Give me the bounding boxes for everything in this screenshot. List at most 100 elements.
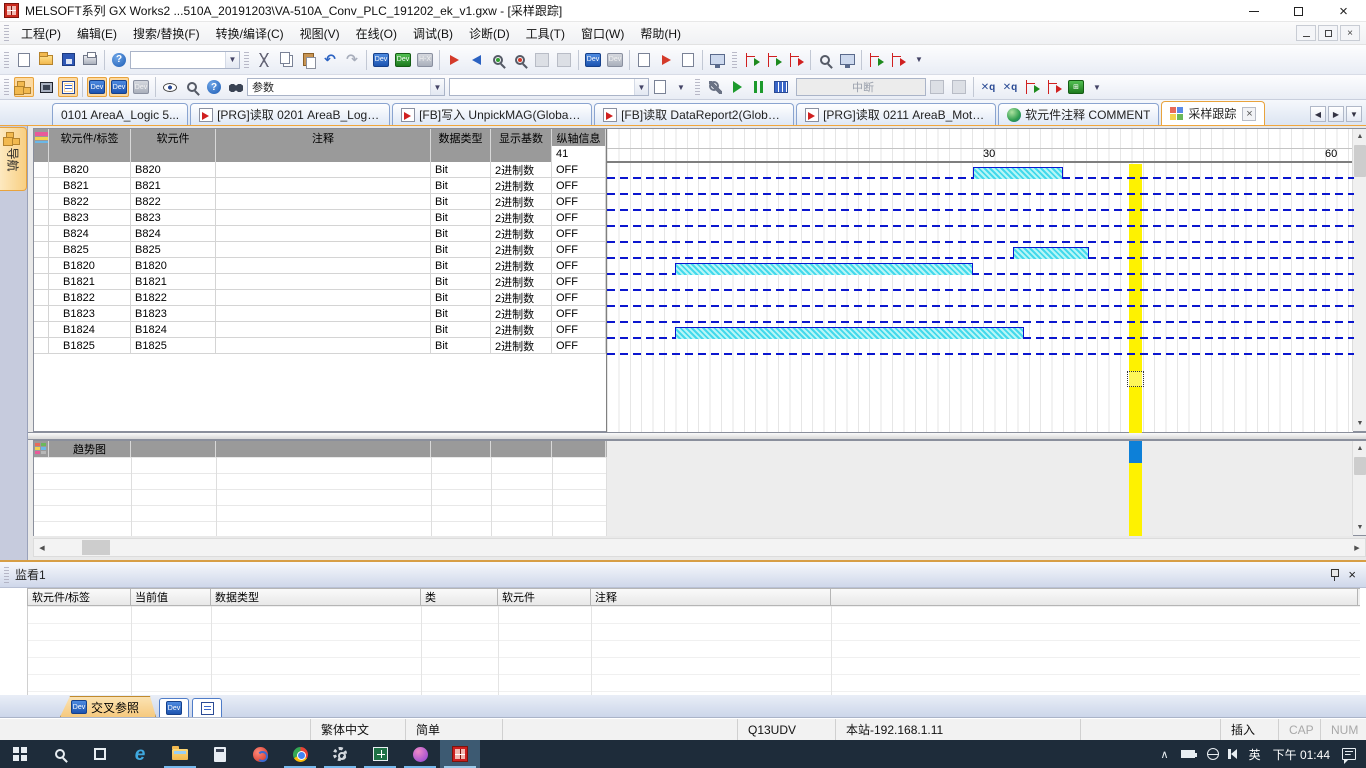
wave-row-B822[interactable] xyxy=(607,196,1354,212)
start-button[interactable] xyxy=(0,740,40,768)
monitor-mode-button[interactable] xyxy=(707,50,727,70)
device-find-button[interactable] xyxy=(371,50,391,70)
watch-table-body[interactable] xyxy=(27,606,1360,695)
trace-setting-button[interactable] xyxy=(742,50,762,70)
action-center-icon[interactable] xyxy=(1342,748,1356,760)
simulation-pause-button[interactable] xyxy=(749,77,769,97)
scroll-thumb[interactable] xyxy=(1354,145,1366,177)
wave-row-B823[interactable] xyxy=(607,212,1354,228)
minimize-button[interactable] xyxy=(1231,0,1276,22)
toolbar-grip[interactable] xyxy=(244,52,249,68)
debug-setting-button[interactable] xyxy=(705,77,725,97)
trace-read-button[interactable] xyxy=(815,50,835,70)
menu-item-0[interactable]: 工程(P) xyxy=(13,22,69,45)
menu-item-2[interactable]: 搜索/替换(F) xyxy=(125,22,208,45)
watch-start-button[interactable] xyxy=(1022,77,1042,97)
scroll-thumb[interactable] xyxy=(82,540,110,555)
mdi-minimize-button[interactable] xyxy=(1296,25,1316,41)
scroll-down-button[interactable]: ▼ xyxy=(1353,520,1366,535)
module-config-button[interactable] xyxy=(36,77,56,97)
watch-delete-all-button[interactable]: ✕q xyxy=(1000,77,1020,97)
trend-cursor-handle[interactable] xyxy=(1129,441,1142,463)
parameter-combobox[interactable]: 参数▼ xyxy=(247,78,445,96)
menu-item-3[interactable]: 转换/编译(C) xyxy=(208,22,292,45)
pane-splitter[interactable] xyxy=(28,432,1366,440)
toolbar-overflow-button[interactable]: ▼ xyxy=(1088,78,1106,96)
help-button[interactable]: ? xyxy=(109,50,129,70)
trace-table-row[interactable]: B824B824Bit2进制数OFF xyxy=(34,226,606,242)
print-button[interactable] xyxy=(80,50,100,70)
menu-grip[interactable] xyxy=(4,25,9,41)
document-tab-2[interactable]: [PRG]读取 0201 AreaB_Logic (... xyxy=(190,103,390,125)
document-tab-6[interactable]: 软元件注释 COMMENT xyxy=(998,103,1159,125)
trace-start-button[interactable] xyxy=(786,50,806,70)
chevron-down-icon[interactable]: ▼ xyxy=(634,79,648,95)
help2-button[interactable]: ? xyxy=(204,77,224,97)
taskbar-remote-app-button[interactable] xyxy=(240,740,280,768)
taskbar-search-button[interactable] xyxy=(40,740,80,768)
redo-button[interactable]: ↷ xyxy=(342,50,362,70)
scroll-up-button[interactable]: ▲ xyxy=(1353,129,1366,144)
trace-table-row[interactable]: B820B820Bit2进制数OFF xyxy=(34,162,606,178)
trace-column-header-1[interactable]: 软元件 xyxy=(131,129,216,146)
menu-item-9[interactable]: 窗口(W) xyxy=(573,22,632,45)
empty-combobox[interactable]: ▼ xyxy=(449,78,649,96)
menu-item-8[interactable]: 工具(T) xyxy=(518,22,573,45)
clock[interactable]: 下午 01:44 xyxy=(1273,746,1330,763)
toolbar-grip[interactable] xyxy=(4,52,9,68)
toolbar-grip[interactable] xyxy=(695,79,700,95)
trace-table-row[interactable]: B825B825Bit2进制数OFF xyxy=(34,242,606,258)
trace-table-row[interactable]: B1825B1825Bit2进制数OFF xyxy=(34,338,606,354)
trend-scale2-button[interactable] xyxy=(888,50,908,70)
trace-table-row[interactable]: B821B821Bit2进制数OFF xyxy=(34,178,606,194)
document-tab-1[interactable]: 0101 AreaA_Logic 5... xyxy=(52,103,188,125)
scroll-down-button[interactable]: ▼ xyxy=(1353,416,1366,431)
pin-button[interactable] xyxy=(1329,568,1340,581)
watch-stop-button[interactable] xyxy=(1044,77,1064,97)
find-button[interactable] xyxy=(226,77,246,97)
tab-cross-reference[interactable]: 交叉参照 xyxy=(60,696,156,717)
document-tab-4[interactable]: [FB]读取 DataReport2(Global_... xyxy=(594,103,794,125)
watch-column-header-5[interactable]: 注释 xyxy=(591,589,831,605)
timing-chart-area[interactable]: 3060 xyxy=(606,129,1353,433)
open-project-button[interactable] xyxy=(36,50,56,70)
device-display-off-button[interactable] xyxy=(605,50,625,70)
wave-row-B825[interactable] xyxy=(607,244,1354,260)
trace-column-header-5[interactable]: 纵轴信息 xyxy=(552,129,606,146)
trace-table-row[interactable]: B823B823Bit2进制数OFF xyxy=(34,210,606,226)
taskbar-melsoft-button[interactable] xyxy=(440,740,480,768)
taskbar-chrome-button[interactable] xyxy=(280,740,320,768)
watch-delete-button[interactable]: ✕q xyxy=(978,77,998,97)
menu-item-4[interactable]: 视图(V) xyxy=(292,22,348,45)
trace-column-header-2[interactable]: 注释 xyxy=(216,129,431,146)
device-batch-monitor-button[interactable] xyxy=(415,50,435,70)
menu-item-5[interactable]: 在线(O) xyxy=(348,22,405,45)
menu-item-1[interactable]: 编辑(E) xyxy=(69,22,125,45)
device-monitor-button[interactable] xyxy=(393,50,413,70)
trace-table-row[interactable]: B1823B1823Bit2进制数OFF xyxy=(34,306,606,322)
chevron-down-icon[interactable]: ▼ xyxy=(225,52,239,68)
statement-display-button[interactable] xyxy=(656,50,676,70)
taskbar-edge-button[interactable]: e xyxy=(120,740,160,768)
menu-item-6[interactable]: 调试(B) xyxy=(405,22,461,45)
device-memory-button[interactable] xyxy=(109,77,129,97)
trace-column-header-4[interactable]: 显示基数 xyxy=(491,129,552,146)
taskbar-calculator-button[interactable] xyxy=(200,740,240,768)
tab-scroll-left-button[interactable]: ◀ xyxy=(1310,106,1326,122)
wave-row-B1820[interactable] xyxy=(607,260,1354,276)
comment-display-button[interactable] xyxy=(634,50,654,70)
taskbar-purple-app-button[interactable] xyxy=(400,740,440,768)
close-button[interactable]: × xyxy=(1321,0,1366,22)
watch-column-header-1[interactable]: 当前值 xyxy=(131,589,211,605)
task-view-button[interactable] xyxy=(80,740,120,768)
trend-cursor-bar[interactable] xyxy=(1129,463,1142,536)
taskbar-settings-button[interactable] xyxy=(320,740,360,768)
note-display-button[interactable] xyxy=(678,50,698,70)
scroll-right-button[interactable]: ▶ xyxy=(1349,539,1365,556)
write-to-plc-button[interactable] xyxy=(444,50,464,70)
wave-row-B820[interactable] xyxy=(607,164,1354,180)
toolbar-overflow-button[interactable]: ▼ xyxy=(672,78,690,96)
trace-table-row[interactable]: B1820B1820Bit2进制数OFF xyxy=(34,258,606,274)
trace-table-row[interactable]: B1824B1824Bit2进制数OFF xyxy=(34,322,606,338)
wave-row-B821[interactable] xyxy=(607,180,1354,196)
